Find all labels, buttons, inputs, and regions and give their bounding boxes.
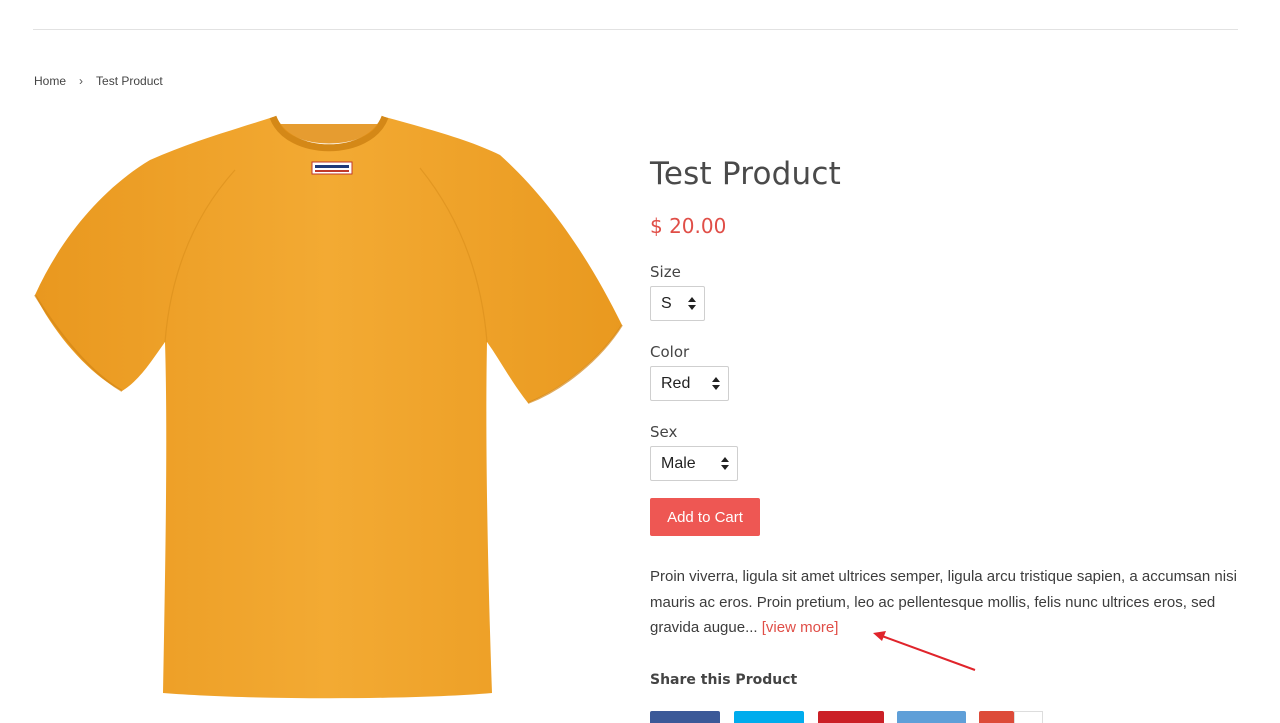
- product-title: Test Product: [650, 156, 842, 192]
- product-description: Proin viverra, ligula sit amet ultrices …: [650, 564, 1240, 641]
- select-arrows-icon: [721, 457, 729, 470]
- breadcrumb-home-link[interactable]: Home: [34, 74, 66, 88]
- view-more-link[interactable]: [view more]: [762, 619, 839, 636]
- breadcrumb-separator: ›: [79, 74, 84, 88]
- sex-select[interactable]: Male: [650, 446, 738, 481]
- sex-label: Sex: [650, 423, 678, 441]
- size-select[interactable]: S: [650, 286, 705, 321]
- breadcrumb: Home › Test Product: [34, 74, 163, 88]
- share-title: Share this Product: [650, 672, 798, 688]
- size-label: Size: [650, 263, 681, 281]
- sex-select-value: Male: [661, 454, 696, 472]
- add-to-cart-button[interactable]: Add to Cart: [650, 498, 760, 536]
- product-price: $ 20.00: [650, 214, 727, 238]
- size-select-value: S: [661, 294, 672, 312]
- color-select[interactable]: Red: [650, 366, 729, 401]
- share-fancy-button[interactable]: [897, 711, 966, 723]
- header-divider: [33, 29, 1238, 30]
- breadcrumb-current: Test Product: [96, 74, 163, 88]
- color-select-value: Red: [661, 374, 691, 392]
- share-count-badge: [1014, 711, 1043, 723]
- share-pinterest-button[interactable]: [818, 711, 884, 723]
- share-facebook-button[interactable]: [650, 711, 720, 723]
- product-image[interactable]: [30, 110, 630, 700]
- description-text: Proin viverra, ligula sit amet ultrices …: [650, 568, 1237, 636]
- select-arrows-icon: [712, 377, 720, 390]
- select-arrows-icon: [688, 297, 696, 310]
- share-twitter-button[interactable]: [734, 711, 804, 723]
- share-google-plus-button[interactable]: [979, 711, 1014, 723]
- color-label: Color: [650, 343, 690, 361]
